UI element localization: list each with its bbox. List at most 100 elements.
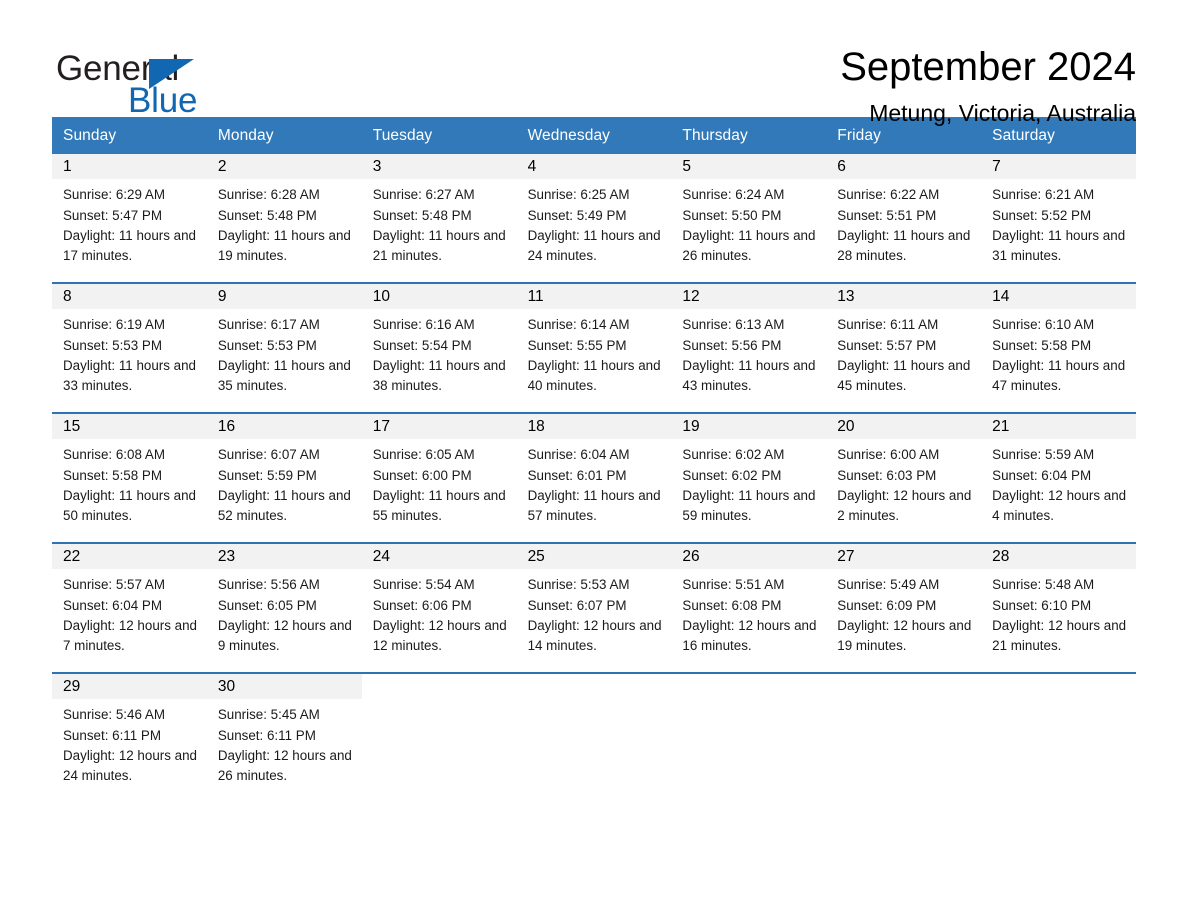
day-details: Sunrise: 5:45 AM Sunset: 6:11 PM Daylight:…: [207, 699, 362, 786]
day-number: 22: [52, 544, 207, 570]
day-number: 6: [826, 154, 982, 180]
day-cell[interactable]: 10 Sunrise: 6:16 AM Sunset: 5:54 PM Dayligh…: [361, 284, 517, 404]
day-cell[interactable]: 25 Sunrise: 5:53 AM Sunset: 6:07 PM Dayligh…: [516, 544, 672, 664]
day-number: 14: [981, 284, 1136, 310]
day-cell[interactable]: 23 Sunrise: 5:56 AM Sunset: 6:05 PM Dayligh…: [206, 544, 362, 664]
sunset-text: Sunset: 6:01 PM: [527, 467, 627, 483]
day-cell[interactable]: 17 Sunrise: 6:05 AM Sunset: 6:00 PM Dayligh…: [361, 414, 517, 534]
day-number: 27: [826, 544, 982, 570]
day-details: Sunrise: 6:00 AM Sunset: 6:03 PM Daylight:…: [826, 439, 981, 526]
day-number: 16: [206, 414, 362, 440]
sunset-text: Sunset: 6:07 PM: [527, 597, 627, 613]
calendar-week-row: 8 Sunrise: 6:19 AM Sunset: 5:53 PM Daylight…: [52, 282, 1136, 404]
day-cell[interactable]: 14 Sunrise: 6:10 AM Sunset: 5:58 PM Dayligh…: [981, 284, 1136, 404]
sunrise-text: Sunrise: 6:04 AM: [527, 447, 630, 463]
sunset-text: Sunset: 5:54 PM: [372, 337, 472, 353]
sunset-text: Sunset: 5:47 PM: [63, 207, 162, 223]
daylight-text: Daylight: 11 hours and 43 minutes.: [682, 357, 816, 393]
day-cell[interactable]: 27 Sunrise: 5:49 AM Sunset: 6:09 PM Dayligh…: [826, 544, 982, 664]
day-cell[interactable]: 21 Sunrise: 5:59 AM Sunset: 6:04 PM Dayligh…: [981, 414, 1136, 534]
calendar-week-row: 1 Sunrise: 6:29 AM Sunset: 5:47 PM Daylight…: [52, 154, 1136, 274]
day-cell[interactable]: 26 Sunrise: 5:51 AM Sunset: 6:08 PM Dayligh…: [671, 544, 827, 664]
daylight-text: Daylight: 11 hours and 19 minutes.: [217, 227, 351, 263]
daylight-text: Daylight: 12 hours and 4 minutes.: [992, 487, 1127, 523]
day-details: Sunrise: 5:48 AM Sunset: 6:10 PM Daylight:…: [981, 569, 1136, 656]
calendar-week-row: 29 Sunrise: 5:46 AM Sunset: 6:11 PM Dayligh…: [52, 672, 1136, 794]
day-cell[interactable]: 5 Sunrise: 6:24 AM Sunset: 5:50 PM Daylight…: [671, 154, 827, 274]
day-details: Sunrise: 6:08 AM Sunset: 5:58 PM Daylight:…: [52, 439, 207, 526]
daylight-text: Daylight: 11 hours and 38 minutes.: [372, 357, 506, 393]
calendar-page: General Blue September 2024 Metung, Vict…: [0, 0, 1188, 918]
sunset-text: Sunset: 6:11 PM: [63, 727, 162, 743]
day-cell[interactable]: 15 Sunrise: 6:08 AM Sunset: 5:58 PM Dayligh…: [52, 414, 207, 534]
sunrise-text: Sunrise: 6:00 AM: [837, 447, 940, 463]
day-details: Sunrise: 5:53 AM Sunset: 6:07 PM Daylight:…: [517, 569, 672, 656]
day-number: 4: [516, 154, 672, 180]
day-cell[interactable]: 24 Sunrise: 5:54 AM Sunset: 6:06 PM Dayligh…: [361, 544, 517, 664]
day-cell[interactable]: 9 Sunrise: 6:17 AM Sunset: 5:53 PM Daylight…: [206, 284, 362, 404]
sunrise-text: Sunrise: 6:29 AM: [63, 187, 165, 203]
day-cell[interactable]: 6 Sunrise: 6:22 AM Sunset: 5:51 PM Daylight…: [826, 154, 982, 274]
day-number: 18: [516, 414, 672, 440]
sunset-text: Sunset: 5:52 PM: [992, 207, 1092, 223]
day-details: Sunrise: 6:16 AM Sunset: 5:54 PM Daylight:…: [362, 309, 517, 396]
generalblue-logo[interactable]: General Blue: [56, 45, 256, 118]
day-cell-empty: [361, 674, 517, 794]
daylight-text: Daylight: 11 hours and 52 minutes.: [217, 487, 351, 523]
day-details: Sunrise: 5:59 AM Sunset: 6:04 PM Daylight:…: [981, 439, 1136, 526]
sunrise-text: Sunrise: 6:07 AM: [217, 447, 320, 463]
daylight-text: Daylight: 12 hours and 2 minutes.: [837, 487, 972, 523]
calendar-week-row: 15 Sunrise: 6:08 AM Sunset: 5:58 PM Dayligh…: [52, 412, 1136, 534]
day-number: 8: [52, 284, 207, 310]
sunrise-text: Sunrise: 6:21 AM: [992, 187, 1095, 203]
day-number: 30: [206, 674, 362, 700]
weekday-wednesday: Wednesday: [527, 127, 611, 144]
day-details: Sunrise: 6:22 AM Sunset: 5:51 PM Daylight:…: [826, 179, 981, 266]
daylight-text: Daylight: 11 hours and 21 minutes.: [372, 227, 506, 263]
day-number: 25: [516, 544, 672, 570]
day-number: [826, 674, 982, 700]
sunset-text: Sunset: 5:55 PM: [527, 337, 627, 353]
daylight-text: Daylight: 12 hours and 21 minutes.: [992, 617, 1127, 653]
daylight-text: Daylight: 11 hours and 24 minutes.: [527, 227, 661, 263]
day-cell[interactable]: 22 Sunrise: 5:57 AM Sunset: 6:04 PM Dayligh…: [52, 544, 207, 664]
sunset-text: Sunset: 6:08 PM: [682, 597, 782, 613]
day-details: Sunrise: 6:13 AM Sunset: 5:56 PM Daylight:…: [671, 309, 826, 396]
day-number: 17: [361, 414, 517, 440]
day-cell[interactable]: 29 Sunrise: 5:46 AM Sunset: 6:11 PM Dayligh…: [52, 674, 207, 794]
day-cell[interactable]: 1 Sunrise: 6:29 AM Sunset: 5:47 PM Daylight…: [52, 154, 207, 274]
day-number: [981, 674, 1136, 700]
sunset-text: Sunset: 5:51 PM: [837, 207, 937, 223]
sunrise-text: Sunrise: 5:57 AM: [63, 577, 165, 593]
day-cell[interactable]: 7 Sunrise: 6:21 AM Sunset: 5:52 PM Daylight…: [981, 154, 1136, 274]
daylight-text: Daylight: 12 hours and 9 minutes.: [217, 617, 352, 653]
day-cell[interactable]: 3 Sunrise: 6:27 AM Sunset: 5:48 PM Daylight…: [361, 154, 517, 274]
day-cell[interactable]: 11 Sunrise: 6:14 AM Sunset: 5:55 PM Dayligh…: [516, 284, 672, 404]
day-number: 10: [361, 284, 517, 310]
day-cell[interactable]: 18 Sunrise: 6:04 AM Sunset: 6:01 PM Dayligh…: [516, 414, 672, 534]
day-cell[interactable]: 8 Sunrise: 6:19 AM Sunset: 5:53 PM Daylight…: [52, 284, 207, 404]
sunrise-text: Sunrise: 6:27 AM: [372, 187, 475, 203]
sunrise-text: Sunrise: 5:46 AM: [63, 707, 165, 723]
day-details: Sunrise: 5:46 AM Sunset: 6:11 PM Daylight:…: [52, 699, 207, 786]
day-cell-empty: [516, 674, 672, 794]
day-details: Sunrise: 6:17 AM Sunset: 5:53 PM Daylight:…: [207, 309, 362, 396]
day-cell[interactable]: 16 Sunrise: 6:07 AM Sunset: 5:59 PM Dayligh…: [206, 414, 362, 534]
sunrise-text: Sunrise: 5:59 AM: [992, 447, 1095, 463]
day-cell[interactable]: 19 Sunrise: 6:02 AM Sunset: 6:02 PM Dayligh…: [671, 414, 827, 534]
day-details: Sunrise: 6:25 AM Sunset: 5:49 PM Daylight:…: [517, 179, 672, 266]
day-number: [361, 674, 517, 700]
weekday-sunday: Sunday: [63, 127, 117, 144]
day-cell[interactable]: 2 Sunrise: 6:28 AM Sunset: 5:48 PM Daylight…: [206, 154, 362, 274]
sunrise-text: Sunrise: 6:22 AM: [837, 187, 940, 203]
sunrise-text: Sunrise: 6:14 AM: [527, 317, 630, 333]
day-cell[interactable]: 12 Sunrise: 6:13 AM Sunset: 5:56 PM Dayligh…: [671, 284, 827, 404]
sunrise-text: Sunrise: 6:02 AM: [682, 447, 785, 463]
day-cell[interactable]: 4 Sunrise: 6:25 AM Sunset: 5:49 PM Daylight…: [516, 154, 672, 274]
day-details: Sunrise: 6:14 AM Sunset: 5:55 PM Daylight:…: [517, 309, 672, 396]
day-cell[interactable]: 30 Sunrise: 5:45 AM Sunset: 6:11 PM Dayligh…: [206, 674, 362, 794]
day-cell[interactable]: 20 Sunrise: 6:00 AM Sunset: 6:03 PM Dayligh…: [826, 414, 982, 534]
day-cell[interactable]: 28 Sunrise: 5:48 AM Sunset: 6:10 PM Dayligh…: [981, 544, 1136, 664]
day-cell[interactable]: 13 Sunrise: 6:11 AM Sunset: 5:57 PM Dayligh…: [826, 284, 982, 404]
sunrise-text: Sunrise: 5:48 AM: [992, 577, 1095, 593]
